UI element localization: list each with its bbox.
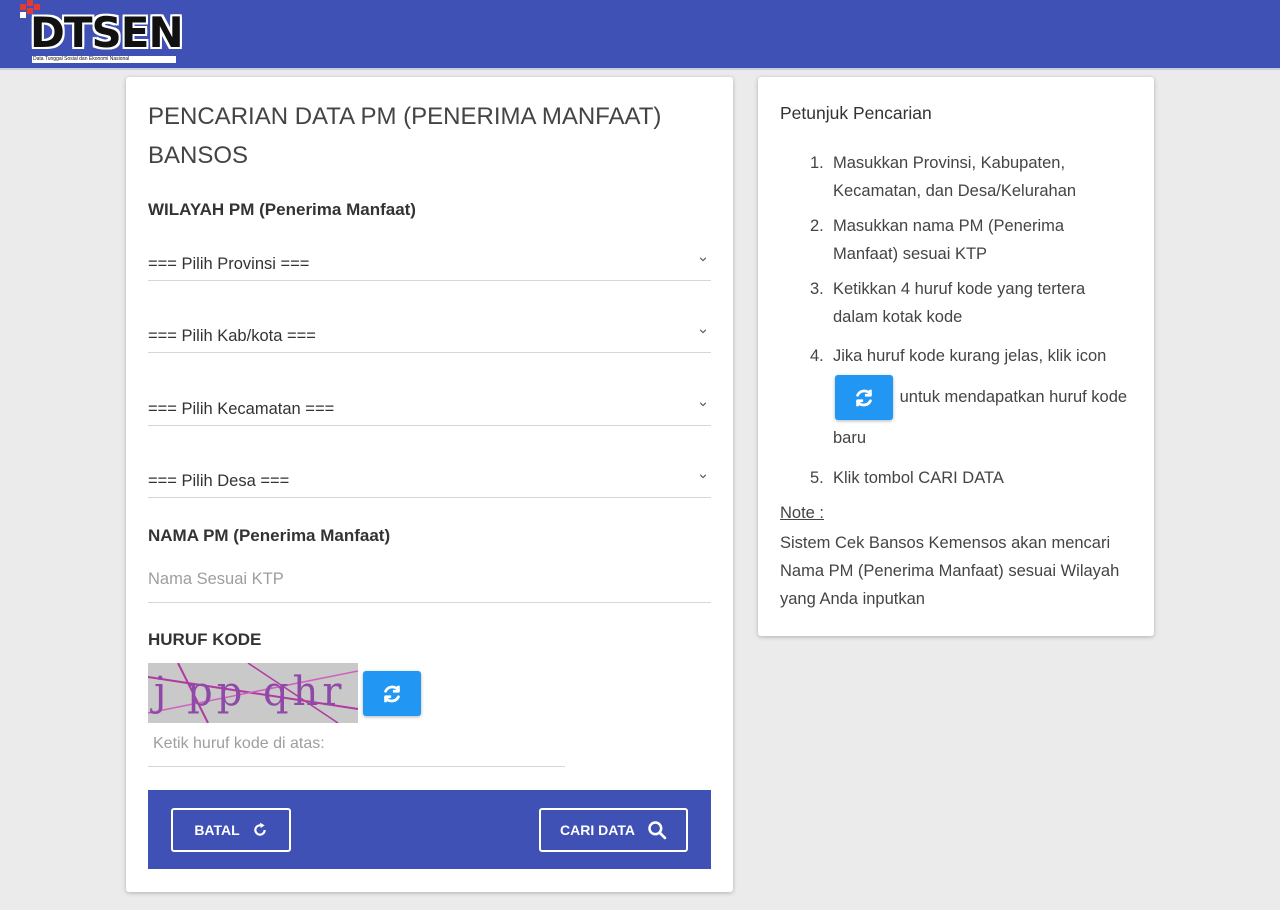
instructions-card: Petunjuk Pencarian 1. Masukkan Provinsi, … [758,77,1154,636]
note-heading: Note : [780,504,825,522]
logo-text: DTSEN [30,8,184,57]
form-action-bar: BATAL CARI DATA [148,790,711,869]
logo-tagline: Data Tunggal Sosial dan Ekonomi Nasional [32,56,176,63]
search-icon [648,821,667,840]
batal-button-label: BATAL [194,822,240,838]
instruction-step-1: 1. Masukkan Provinsi, Kabupaten, Kecamata… [810,154,1077,200]
kode-input-placeholder: Ketik huruf kode di atas: [153,735,325,752]
top-header: DTSEN Data Tunggal Sosial dan Ekonomi Na… [0,0,1280,70]
kode-label: HURUF KODE [148,630,262,649]
search-form-card: PENCARIAN DATA PM (PENERIMA MANFAAT) BAN… [126,77,733,892]
inline-refresh-button[interactable] [835,375,893,420]
cari-data-button[interactable]: CARI DATA [539,808,688,852]
wilayah-label: WILAYAH PM (Penerima Manfaat) [148,200,416,219]
kabkota-select[interactable]: === Pilih Kab/kota === [148,317,711,353]
chevron-down-icon [699,402,707,407]
refresh-icon [384,685,400,702]
instructions-title: Petunjuk Pencarian [780,103,932,123]
captcha-text: j pp qhr [154,669,346,715]
page-title: PENCARIAN DATA PM (PENERIMA MANFAAT) BAN… [148,103,662,169]
instruction-step-4: 4. Jika huruf kode kurang jelas, klik ico… [810,347,1128,447]
cari-data-button-label: CARI DATA [560,822,635,838]
desa-select[interactable]: === Pilih Desa === [148,462,711,498]
kabkota-select-value: === Pilih Kab/kota === [148,327,316,345]
desa-select-value: === Pilih Desa === [148,472,290,490]
batal-button[interactable]: BATAL [171,808,291,852]
refresh-captcha-button[interactable] [363,671,421,716]
nama-input-placeholder: Nama Sesuai KTP [148,570,284,588]
provinsi-select-value: === Pilih Provinsi === [148,255,310,273]
instruction-step-2: 2. Masukkan nama PM (Penerima Manfaat) se… [810,217,1065,263]
provinsi-select[interactable]: === Pilih Provinsi === [148,245,711,281]
note-text: Sistem Cek Bansos Kemensos akan mencari … [780,534,1120,608]
instruction-step-5: 5. Klik tombol CARI DATA [810,469,1004,487]
nama-input[interactable]: Nama Sesuai KTP [148,567,711,603]
refresh-icon [856,389,872,406]
instruction-steps: 1. Masukkan Provinsi, Kabupaten, Kecamata… [810,149,1130,499]
chevron-down-icon [699,257,707,262]
undo-icon [253,822,266,836]
chevron-down-icon [699,329,707,334]
chevron-down-icon [699,474,707,479]
kecamatan-select[interactable]: === Pilih Kecamatan === [148,390,711,426]
dtsen-logo[interactable]: DTSEN Data Tunggal Sosial dan Ekonomi Na… [18,0,184,66]
nama-label: NAMA PM (Penerima Manfaat) [148,526,391,545]
kecamatan-select-value: === Pilih Kecamatan === [148,400,335,418]
captcha-image: j pp qhr [148,663,358,723]
instruction-step-3: 3. Ketikkan 4 huruf kode yang tertera dal… [810,280,1086,326]
kode-input[interactable]: Ketik huruf kode di atas: [148,733,565,767]
